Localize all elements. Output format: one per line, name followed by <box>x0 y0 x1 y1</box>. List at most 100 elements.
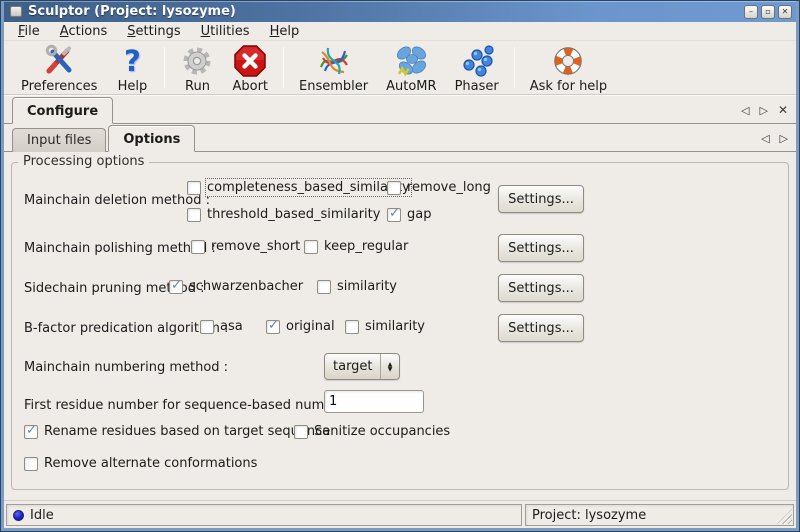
close-button[interactable]: ✕ <box>778 5 792 19</box>
run-gear-icon <box>180 44 214 78</box>
ask-for-help-button[interactable]: Ask for help <box>521 44 616 93</box>
checkbox-box <box>387 208 401 222</box>
checkbox-threshold-based-similarity[interactable]: threshold_based_similarity <box>187 207 380 222</box>
status-panel-left: Idle <box>6 504 522 526</box>
checkbox-gap[interactable]: gap <box>387 207 431 222</box>
phaser-molecule-icon <box>460 44 494 78</box>
toolbar-separator <box>514 47 515 88</box>
menu-actions[interactable]: Actions <box>50 23 118 40</box>
checkbox-box <box>266 320 280 334</box>
menu-file[interactable]: File <box>8 23 50 40</box>
dropdown-value: target <box>325 359 380 374</box>
numbering-method-dropdown[interactable]: target ▲▼ <box>324 353 400 380</box>
window-title: Sculptor (Project: lysozyme) <box>28 4 744 19</box>
toolbar-label: Abort <box>232 79 268 94</box>
run-button[interactable]: Run <box>171 44 223 93</box>
resize-grip[interactable] <box>777 509 792 524</box>
checkbox-box <box>169 280 183 294</box>
toolbar-label: Ensembler <box>299 79 368 94</box>
checkbox-remove-long[interactable]: remove_long <box>387 180 491 195</box>
checkbox-box <box>294 425 308 439</box>
title-bar[interactable]: Sculptor (Project: lysozyme) – ▫ ✕ <box>4 1 796 22</box>
help-button[interactable]: ? Help <box>106 44 158 93</box>
mainchain-polishing-label: Mainchain polishing method : <box>24 241 216 256</box>
status-bar: Idle Project: lysozyme <box>4 501 796 528</box>
checkbox-remove-alternate-conformations[interactable]: Remove alternate conformations <box>24 456 257 471</box>
checkbox-sanitize-occupancies[interactable]: Sanitize occupancies <box>294 424 450 439</box>
checkbox-box <box>304 240 318 254</box>
lifebuoy-icon <box>551 44 585 78</box>
toolbar-label: Phaser <box>455 79 499 94</box>
checkbox-keep-regular[interactable]: keep_regular <box>304 239 408 254</box>
subtab-scroll-left-icon[interactable]: ◁ <box>761 132 769 145</box>
numbering-method-label: Mainchain numbering method : <box>24 360 228 375</box>
bfactor-settings-button[interactable]: Settings... <box>498 314 584 342</box>
tab-configure[interactable]: Configure <box>12 97 113 124</box>
checkbox-box <box>387 181 401 195</box>
toolbar-separator <box>164 47 165 88</box>
toolbar-separator <box>283 47 284 88</box>
status-idle-icon <box>13 510 24 521</box>
checkbox-box <box>187 181 201 195</box>
sub-tab-bar: Input files Options ◁ ▷ <box>4 124 796 152</box>
status-panel-project: Project: lysozyme <box>525 504 794 526</box>
checkbox-box <box>200 320 214 334</box>
toolbar-label: AutoMR <box>386 79 436 94</box>
toolbar-label: Run <box>185 79 210 94</box>
group-title: Processing options <box>18 154 149 169</box>
checkbox-bfactor-similarity[interactable]: similarity <box>345 319 425 334</box>
checkbox-completeness-based-similarity[interactable]: completeness_based_similarity <box>187 180 410 195</box>
automr-button[interactable]: AutoMR <box>377 44 445 93</box>
toolbar-label: Help <box>118 79 148 94</box>
project-label: Project: lysozyme <box>532 508 646 523</box>
checkbox-box <box>191 240 205 254</box>
checkbox-box <box>345 320 359 334</box>
mainchain-deletion-label: Mainchain deletion method : <box>24 193 210 208</box>
checkbox-pruning-similarity[interactable]: similarity <box>317 279 397 294</box>
minimize-button[interactable]: – <box>744 5 758 19</box>
help-question-icon: ? <box>115 44 149 78</box>
menu-utilities[interactable]: Utilities <box>191 23 260 40</box>
tab-close-icon[interactable]: ✕ <box>778 103 788 117</box>
checkbox-original[interactable]: original <box>266 319 335 334</box>
checkbox-box <box>24 457 38 471</box>
checkbox-asa[interactable]: asa <box>200 319 243 334</box>
main-tab-bar: Configure ◁ ▷ ✕ <box>4 94 796 124</box>
app-window: Sculptor (Project: lysozyme) – ▫ ✕ File … <box>0 0 800 532</box>
checkbox-box <box>24 425 38 439</box>
checkbox-box <box>317 280 331 294</box>
ensembler-structures-icon <box>317 44 351 78</box>
toolbar: Preferences ? Help Run <box>4 41 796 94</box>
tab-scroll-right-icon[interactable]: ▷ <box>759 104 767 117</box>
automr-molecule-icon <box>394 44 428 78</box>
pruning-settings-button[interactable]: Settings... <box>498 274 584 302</box>
tab-input-files[interactable]: Input files <box>12 128 106 152</box>
menu-help[interactable]: Help <box>260 23 310 40</box>
deletion-settings-button[interactable]: Settings... <box>498 185 584 213</box>
phaser-button[interactable]: Phaser <box>446 44 508 93</box>
app-icon <box>10 6 22 17</box>
abort-stop-icon <box>233 44 267 78</box>
menu-bar: File Actions Settings Utilities Help <box>4 22 796 41</box>
checkbox-schwarzenbacher[interactable]: schwarzenbacher <box>169 279 303 294</box>
options-panel: Processing options Mainchain deletion me… <box>4 152 796 501</box>
preferences-button[interactable]: Preferences <box>12 44 106 93</box>
preferences-tools-icon <box>42 44 76 78</box>
checkbox-box <box>187 208 201 222</box>
toolbar-label: Ask for help <box>530 79 607 94</box>
subtab-scroll-right-icon[interactable]: ▷ <box>780 132 788 145</box>
ensembler-button[interactable]: Ensembler <box>290 44 377 93</box>
first-residue-input[interactable] <box>324 390 424 413</box>
tab-options[interactable]: Options <box>108 125 195 152</box>
dropdown-spinner-icon[interactable]: ▲▼ <box>380 354 399 379</box>
status-text: Idle <box>30 508 54 523</box>
checkbox-remove-short[interactable]: remove_short <box>191 239 300 254</box>
abort-button[interactable]: Abort <box>223 44 277 93</box>
first-residue-label: First residue number for sequence-based … <box>24 398 375 413</box>
maximize-button[interactable]: ▫ <box>761 5 775 19</box>
toolbar-label: Preferences <box>21 79 97 94</box>
polishing-settings-button[interactable]: Settings... <box>498 234 584 262</box>
tab-scroll-left-icon[interactable]: ◁ <box>741 104 749 117</box>
checkbox-rename-residues[interactable]: Rename residues based on target sequence <box>24 424 330 439</box>
menu-settings[interactable]: Settings <box>117 23 190 40</box>
